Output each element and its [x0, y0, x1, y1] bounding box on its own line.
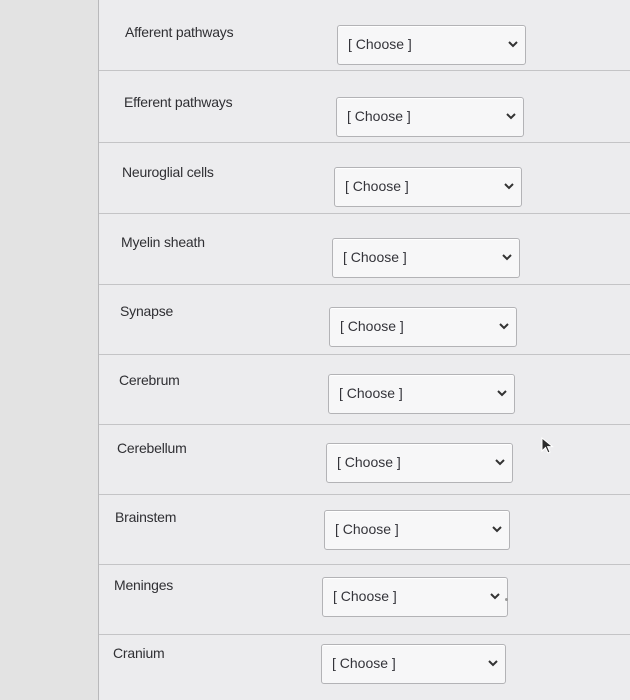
term-label: Afferent pathways — [125, 24, 234, 40]
answer-dropdown[interactable]: [ Choose ] — [328, 374, 515, 414]
matching-row: Cranium [ Choose ] — [99, 634, 630, 700]
answer-dropdown[interactable]: [ Choose ] — [324, 510, 510, 550]
matching-row: Afferent pathways [ Choose ] — [99, 0, 630, 71]
dropdown-value: [ Choose ] — [337, 454, 401, 470]
term-label: Cranium — [113, 645, 165, 661]
matching-row: Brainstem [ Choose ] — [99, 494, 630, 565]
matching-row: Cerebrum [ Choose ] — [99, 354, 630, 425]
chevron-down-icon — [502, 254, 512, 261]
chevron-down-icon — [490, 593, 500, 600]
chevron-down-icon — [499, 323, 509, 330]
chevron-down-icon — [508, 41, 518, 48]
dropdown-value: [ Choose ] — [343, 249, 407, 265]
chevron-down-icon — [504, 183, 514, 190]
dropdown-value: [ Choose ] — [332, 655, 396, 671]
chevron-down-icon — [488, 660, 498, 667]
answer-dropdown[interactable]: [ Choose ] — [336, 97, 524, 137]
dropdown-value: [ Choose ] — [340, 318, 404, 334]
term-label: Cerebellum — [117, 440, 187, 456]
matching-row: Efferent pathways [ Choose ] — [99, 72, 630, 143]
term-label: Synapse — [120, 303, 174, 319]
term-label: Meninges — [114, 577, 174, 593]
cursor-arrow-icon — [541, 437, 554, 454]
answer-dropdown[interactable]: [ Choose ] — [337, 25, 526, 65]
answer-dropdown[interactable]: [ Choose ] — [329, 307, 517, 347]
matching-question-panel: Afferent pathways [ Choose ] Efferent pa… — [98, 0, 630, 700]
answer-dropdown[interactable]: [ Choose ] — [322, 577, 508, 617]
dropdown-value: [ Choose ] — [348, 36, 412, 52]
matching-row: Myelin sheath [ Choose ] — [99, 214, 630, 285]
matching-row: Neuroglial cells [ Choose ] — [99, 143, 630, 214]
answer-dropdown[interactable]: [ Choose ] — [326, 443, 513, 483]
term-label: Neuroglial cells — [122, 164, 214, 180]
term-label: Brainstem — [115, 509, 177, 525]
matching-row: Meninges [ Choose ] — [99, 564, 630, 635]
matching-row: Cerebellum [ Choose ] — [99, 424, 630, 495]
chevron-down-icon — [506, 113, 516, 120]
dropdown-value: [ Choose ] — [339, 385, 403, 401]
dropdown-value: [ Choose ] — [335, 521, 399, 537]
screen-speck — [505, 598, 508, 601]
dropdown-value: [ Choose ] — [347, 108, 411, 124]
answer-dropdown[interactable]: [ Choose ] — [332, 238, 520, 278]
matching-row: Synapse [ Choose ] — [99, 284, 630, 355]
dropdown-value: [ Choose ] — [345, 178, 409, 194]
chevron-down-icon — [495, 459, 505, 466]
chevron-down-icon — [497, 390, 507, 397]
term-label: Efferent pathways — [124, 94, 233, 110]
left-margin — [0, 0, 98, 700]
term-label: Myelin sheath — [121, 234, 205, 250]
answer-dropdown[interactable]: [ Choose ] — [321, 644, 506, 684]
dropdown-value: [ Choose ] — [333, 588, 397, 604]
term-label: Cerebrum — [119, 372, 180, 388]
quiz-matching-screen: Afferent pathways [ Choose ] Efferent pa… — [0, 0, 630, 700]
chevron-down-icon — [492, 526, 502, 533]
answer-dropdown[interactable]: [ Choose ] — [334, 167, 522, 207]
